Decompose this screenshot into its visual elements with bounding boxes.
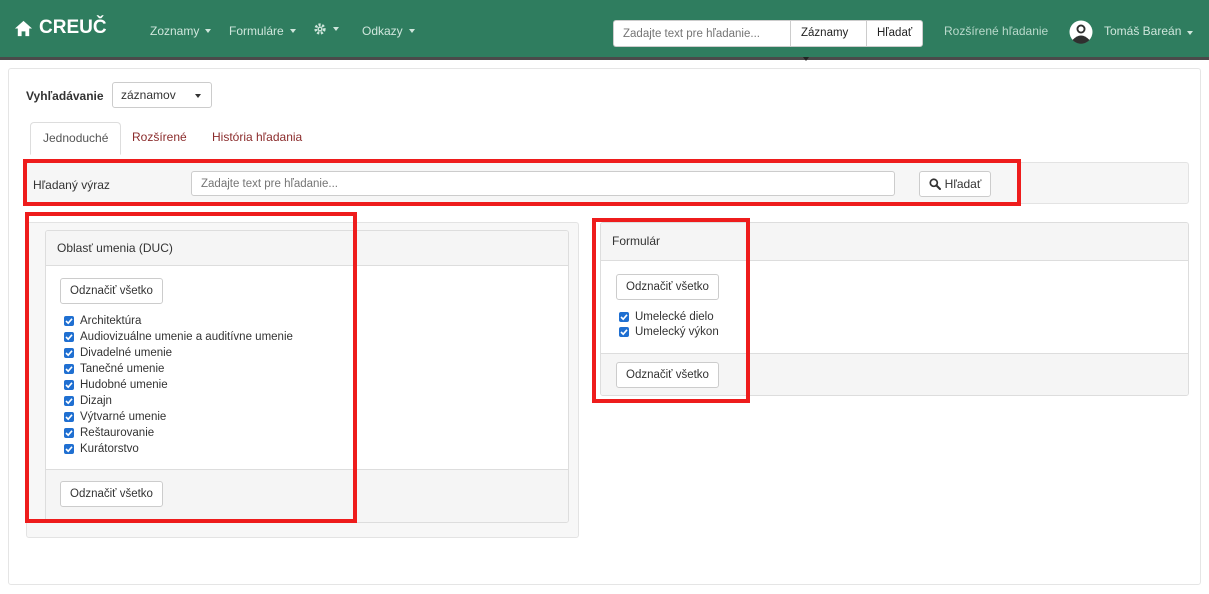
checkbox-label: Hudobné umenie — [80, 379, 168, 391]
checkbox-kuratorstvo[interactable]: Kurátorstvo — [64, 443, 139, 455]
chevron-down-icon — [1186, 31, 1193, 35]
form-deselect-all-footer-button[interactable]: Odznačiť všetko — [616, 362, 719, 388]
checkbox-label: Tanečné umenie — [80, 363, 165, 375]
user-menu[interactable]: Tomáš Bareán — [1104, 24, 1193, 38]
menu-formulare[interactable]: Formuláre — [229, 24, 296, 38]
checkbox-checked-icon — [619, 312, 629, 322]
form-deselect-all-button[interactable]: Odznačiť všetko — [616, 274, 719, 300]
checkbox-label: Audiovizuálne umenie a auditívne umenie — [80, 331, 293, 343]
checkbox-vytvarne[interactable]: Výtvarné umenie — [64, 411, 166, 423]
checkbox-checked-icon — [64, 412, 74, 422]
checkbox-checked-icon — [64, 428, 74, 438]
menu-zoznamy[interactable]: Zoznamy — [150, 24, 212, 38]
checkbox-checked-icon — [64, 316, 74, 326]
brand-name: CREUČ — [39, 17, 107, 38]
checkbox-label: Výtvarné umenie — [80, 411, 167, 423]
checkbox-label: Kurátorstvo — [80, 443, 139, 455]
tab-advanced[interactable]: Rozšírené — [120, 122, 199, 155]
search-icon — [929, 178, 941, 190]
search-type-select[interactable]: záznamov — [112, 82, 212, 108]
chevron-down-icon — [408, 29, 415, 33]
checkbox-hudobne[interactable]: Hudobné umenie — [64, 379, 168, 391]
navbar-search-button[interactable]: Hľadať — [866, 20, 924, 47]
gear-icon — [314, 23, 326, 35]
chevron-down-icon — [803, 57, 809, 61]
form-panel-title: Formulár — [601, 223, 1188, 261]
checkbox-checked-icon — [64, 332, 74, 342]
area-panel-title: Oblasť umenia (DUC) — [46, 231, 568, 266]
checkbox-label: Umelecký výkon — [635, 326, 719, 338]
scope-label: Záznamy — [801, 27, 849, 39]
form-panel: Formulár Odznačiť všetko Umelecké dielo … — [600, 222, 1189, 396]
checkbox-label: Architektúra — [80, 315, 142, 327]
checkbox-checked-icon — [64, 444, 74, 454]
checkbox-restaurovanie[interactable]: Reštaurovanie — [64, 427, 154, 439]
checkbox-dizajn[interactable]: Dizajn — [64, 395, 112, 407]
area-deselect-all-button[interactable]: Odznačiť všetko — [60, 278, 163, 304]
brand-link[interactable]: CREUČ — [14, 17, 107, 39]
area-panel: Oblasť umenia (DUC) Odznačiť všetko Arch… — [45, 230, 569, 523]
query-search-label: Hľadať — [944, 177, 982, 191]
search-type-label: Vyhľadávanie — [26, 89, 104, 103]
checkbox-checked-icon — [64, 380, 74, 390]
tab-simple[interactable]: Jednoduché — [30, 122, 122, 155]
home-icon — [14, 20, 33, 36]
chevron-down-icon — [333, 27, 339, 31]
checkbox-umelecky-vykon[interactable]: Umelecký výkon — [619, 326, 719, 338]
chevron-down-icon — [195, 94, 201, 98]
menu-label: Zoznamy — [150, 24, 200, 38]
top-navbar: CREUČ Zoznamy Formuláre Odkazy Záznamy H… — [0, 0, 1209, 61]
form-panel-footer: Odznačiť všetko — [601, 353, 1188, 395]
area-panel-footer: Odznačiť všetko — [46, 469, 568, 522]
advanced-search-link[interactable]: Rozšírené hľadanie — [944, 24, 1048, 38]
query-label: Hľadaný výraz — [33, 178, 110, 192]
menu-odkazy[interactable]: Odkazy — [362, 24, 415, 38]
search-type-value: záznamov — [121, 88, 176, 102]
checkbox-checked-icon — [64, 364, 74, 374]
user-avatar-icon[interactable] — [1069, 20, 1093, 44]
user-name: Tomáš Bareán — [1104, 24, 1182, 38]
checkbox-label: Dizajn — [80, 395, 112, 407]
checkbox-tanecne[interactable]: Tanečné umenie — [64, 363, 164, 375]
query-search-button[interactable]: Hľadať — [919, 171, 991, 197]
menu-settings[interactable] — [313, 22, 339, 36]
query-input[interactable] — [191, 171, 895, 196]
navbar-scope-dropdown[interactable]: Záznamy — [790, 20, 866, 61]
tab-history[interactable]: História hľadania — [200, 122, 314, 155]
checkbox-label: Divadelné umenie — [80, 347, 173, 359]
chevron-down-icon — [205, 29, 212, 33]
search-tabs: Jednoduché Rozšírené História hľadania — [30, 122, 1200, 155]
checkbox-checked-icon — [64, 396, 74, 406]
checkbox-checked-icon — [619, 327, 629, 337]
area-deselect-all-footer-button[interactable]: Odznačiť všetko — [60, 481, 163, 507]
checkbox-divadelne[interactable]: Divadelné umenie — [64, 347, 172, 359]
checkbox-umelecke-dielo[interactable]: Umelecké dielo — [619, 311, 714, 323]
checkbox-audiovizualne[interactable]: Audiovizuálne umenie a auditívne umenie — [64, 331, 293, 343]
checkbox-architektura[interactable]: Architektúra — [64, 315, 141, 327]
checkbox-label: Reštaurovanie — [80, 427, 155, 439]
navbar-search-input[interactable] — [613, 20, 790, 47]
checkbox-label: Umelecké dielo — [635, 311, 714, 323]
chevron-down-icon — [289, 29, 296, 33]
menu-label: Odkazy — [362, 24, 403, 38]
menu-label: Formuláre — [229, 24, 284, 38]
checkbox-checked-icon — [64, 348, 74, 358]
